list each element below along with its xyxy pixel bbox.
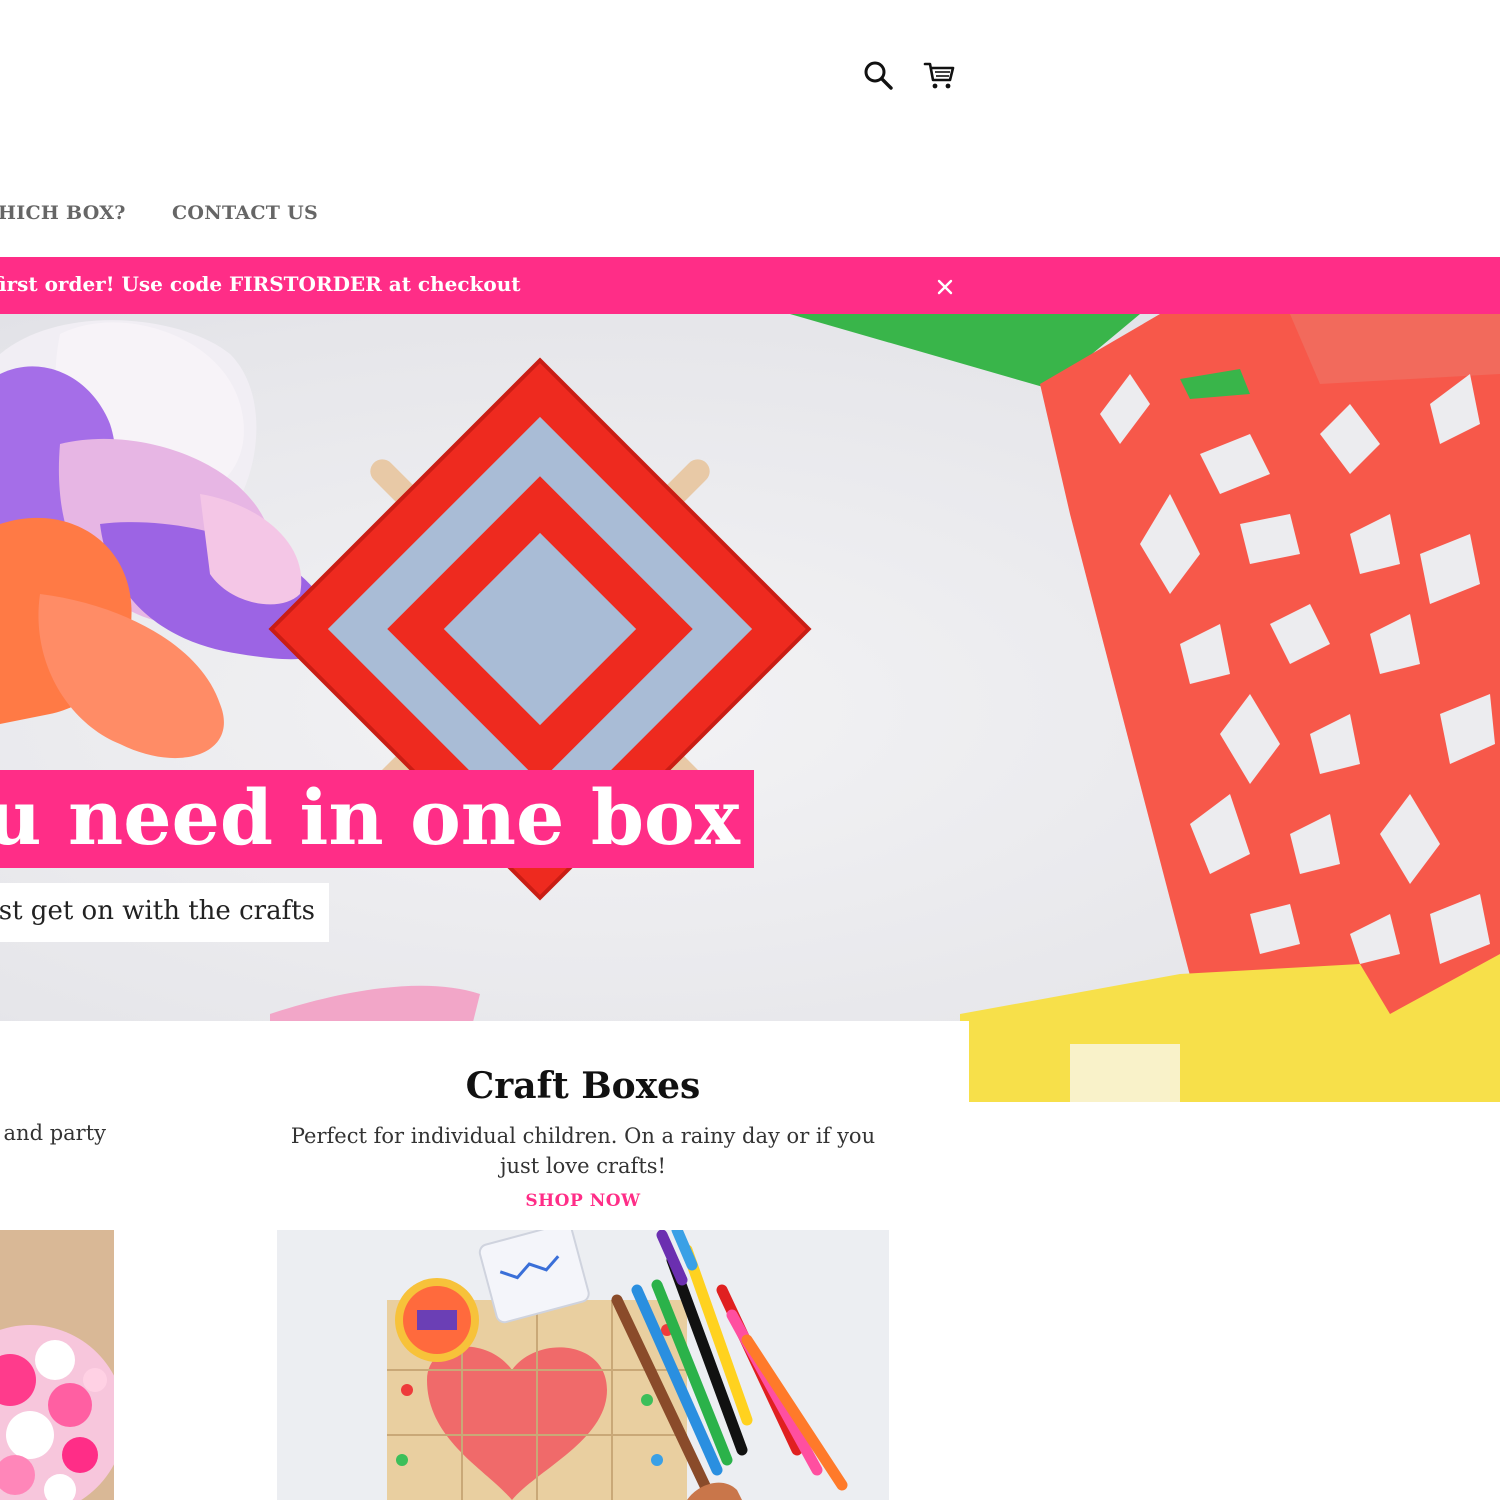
hero-subtitle: ust get on with the crafts — [0, 896, 315, 926]
announcement-text: ur first order! Use code FIRSTORDER at c… — [0, 272, 521, 296]
craft-boxes-description: Perfect for individual children. On a ra… — [290, 1124, 876, 1178]
search-icon[interactable] — [861, 58, 895, 92]
hero-title: ou need in one box — [0, 773, 740, 862]
hero-subtitle-box: ust get on with the crafts — [0, 883, 329, 942]
craft-boxes-title: Craft Boxes — [465, 1065, 701, 1107]
shop-now-link[interactable]: SHOP NOW — [277, 1191, 889, 1211]
collections-section: and party Craft Boxes Perfect for indivi… — [0, 1021, 969, 1500]
nav-item-contact-us[interactable]: CONTACT US — [172, 202, 318, 224]
hero-title-box: ou need in one box — [0, 770, 754, 868]
announcement-bar: ur first order! Use code FIRSTORDER at c… — [0, 257, 1500, 314]
hero-image — [0, 314, 1500, 1102]
party-box-image[interactable] — [0, 1230, 114, 1500]
nav-item-which-box[interactable]: HICH BOX? — [0, 202, 126, 224]
close-icon[interactable] — [936, 278, 954, 296]
hero-banner: ou need in one box ust get on with the c… — [0, 314, 1500, 1102]
page: HICH BOX? CONTACT US ur first order! Use… — [0, 0, 1500, 1500]
collection-description-partial: and party — [3, 1121, 106, 1145]
craft-boxes-image[interactable] — [277, 1230, 889, 1500]
cart-icon[interactable] — [923, 58, 957, 92]
